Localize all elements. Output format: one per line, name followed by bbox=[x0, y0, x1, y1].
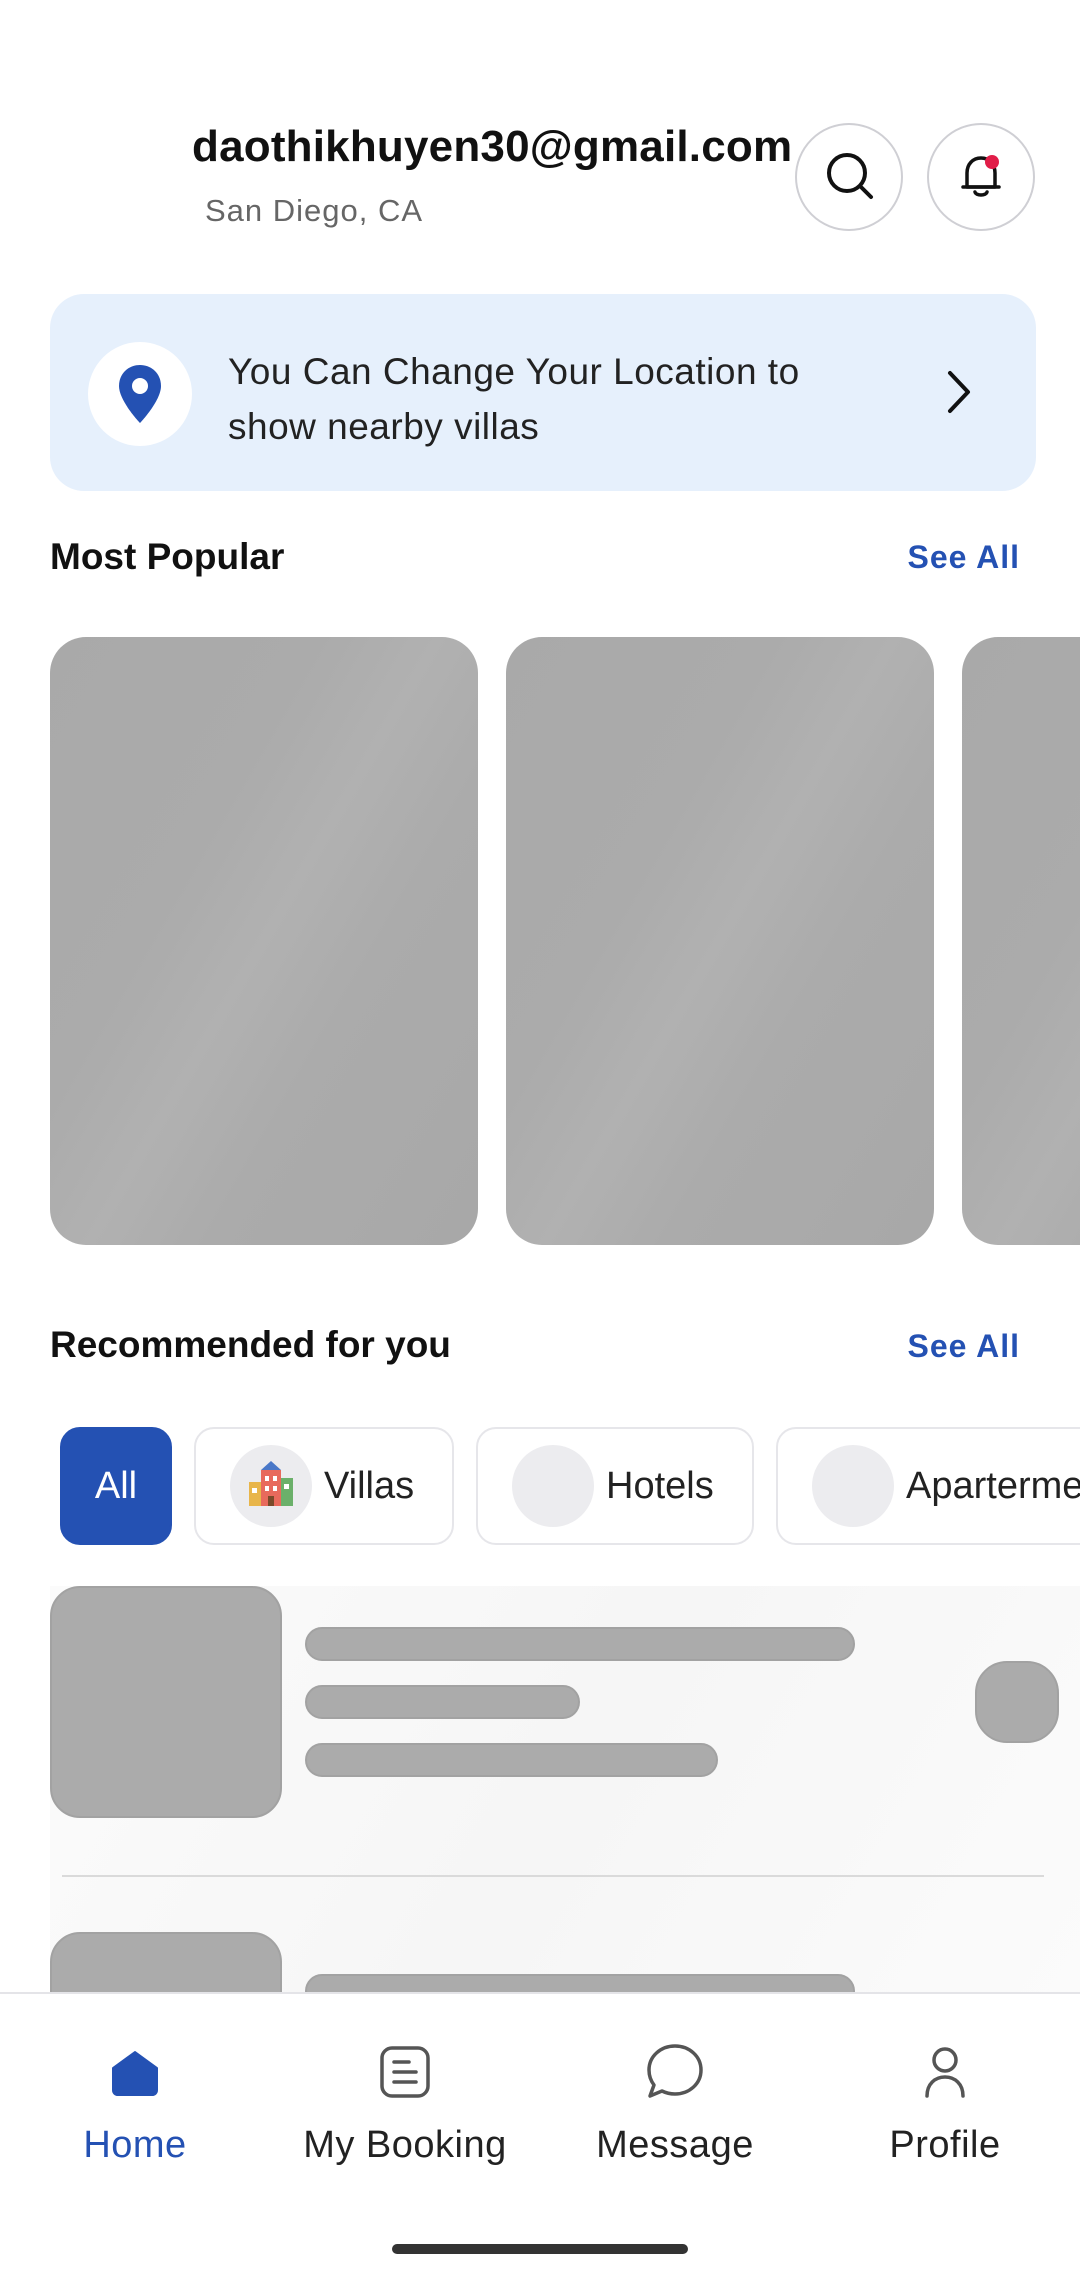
message-icon bbox=[645, 2042, 705, 2102]
skeleton-line bbox=[305, 1974, 855, 1994]
banner-text: You Can Change Your Location to show nea… bbox=[228, 351, 800, 447]
list-item-thumbnail bbox=[50, 1932, 282, 1994]
skeleton-line bbox=[305, 1627, 855, 1661]
list-item-thumbnail bbox=[50, 1586, 282, 1818]
nav-label: Profile bbox=[889, 2124, 1001, 2166]
nav-label: Message bbox=[596, 2124, 754, 2166]
nav-my-booking[interactable]: My Booking bbox=[270, 1994, 540, 2194]
search-icon bbox=[821, 147, 877, 208]
nav-label: My Booking bbox=[303, 2124, 507, 2166]
chip-apartments[interactable]: Aparterme bbox=[776, 1427, 1080, 1545]
nav-label: Home bbox=[83, 2124, 187, 2166]
chevron-right-icon[interactable] bbox=[930, 364, 986, 420]
bell-icon bbox=[953, 147, 1009, 208]
location-pin-icon bbox=[88, 342, 192, 446]
change-location-banner[interactable]: You Can Change Your Location to show nea… bbox=[50, 294, 1036, 491]
popular-card-skeleton[interactable] bbox=[506, 637, 934, 1245]
recommended-list[interactable] bbox=[50, 1586, 1080, 1994]
popular-carousel[interactable] bbox=[50, 637, 1080, 1245]
most-popular-see-all-link[interactable]: See All bbox=[907, 539, 1020, 576]
popular-card-skeleton[interactable] bbox=[962, 637, 1080, 1245]
booking-icon bbox=[375, 2042, 435, 2102]
chip-label: Villas bbox=[324, 1464, 415, 1507]
most-popular-title: Most Popular bbox=[50, 536, 285, 577]
apartments-icon bbox=[812, 1445, 894, 1527]
popular-card-skeleton[interactable] bbox=[50, 637, 478, 1245]
bottom-navigation: Home My Booking Message Profile bbox=[0, 1992, 1080, 2280]
profile-icon bbox=[915, 2042, 975, 2102]
recommended-see-all-link[interactable]: See All bbox=[907, 1328, 1020, 1365]
chip-label: Hotels bbox=[606, 1464, 714, 1507]
header: daothikhuyen30@gmail.com San Diego, CA bbox=[0, 0, 1080, 260]
nav-message[interactable]: Message bbox=[540, 1994, 810, 2194]
notification-badge bbox=[985, 155, 999, 169]
hotels-icon bbox=[512, 1445, 594, 1527]
nav-home[interactable]: Home bbox=[0, 1994, 270, 2194]
chip-villas[interactable]: Villas bbox=[194, 1427, 454, 1545]
divider bbox=[62, 1875, 1044, 1877]
skeleton-line bbox=[305, 1685, 580, 1719]
notifications-button[interactable] bbox=[927, 123, 1035, 231]
skeleton-action bbox=[975, 1661, 1059, 1743]
chip-label: All bbox=[94, 1464, 138, 1507]
chip-all[interactable]: All bbox=[60, 1427, 172, 1545]
system-home-indicator[interactable] bbox=[392, 2244, 688, 2254]
home-icon bbox=[105, 2042, 165, 2102]
villas-icon bbox=[230, 1445, 312, 1527]
skeleton-line bbox=[305, 1743, 718, 1777]
nav-profile[interactable]: Profile bbox=[810, 1994, 1080, 2194]
category-chips: All Villas Hotels Aparterme bbox=[0, 1427, 1080, 1545]
search-button[interactable] bbox=[795, 123, 903, 231]
recommended-title: Recommended for you bbox=[50, 1324, 451, 1365]
chip-label: Aparterme bbox=[906, 1464, 1080, 1507]
user-location[interactable]: San Diego, CA bbox=[205, 193, 423, 229]
user-email: daothikhuyen30@gmail.com bbox=[192, 122, 793, 171]
chip-hotels[interactable]: Hotels bbox=[476, 1427, 754, 1545]
